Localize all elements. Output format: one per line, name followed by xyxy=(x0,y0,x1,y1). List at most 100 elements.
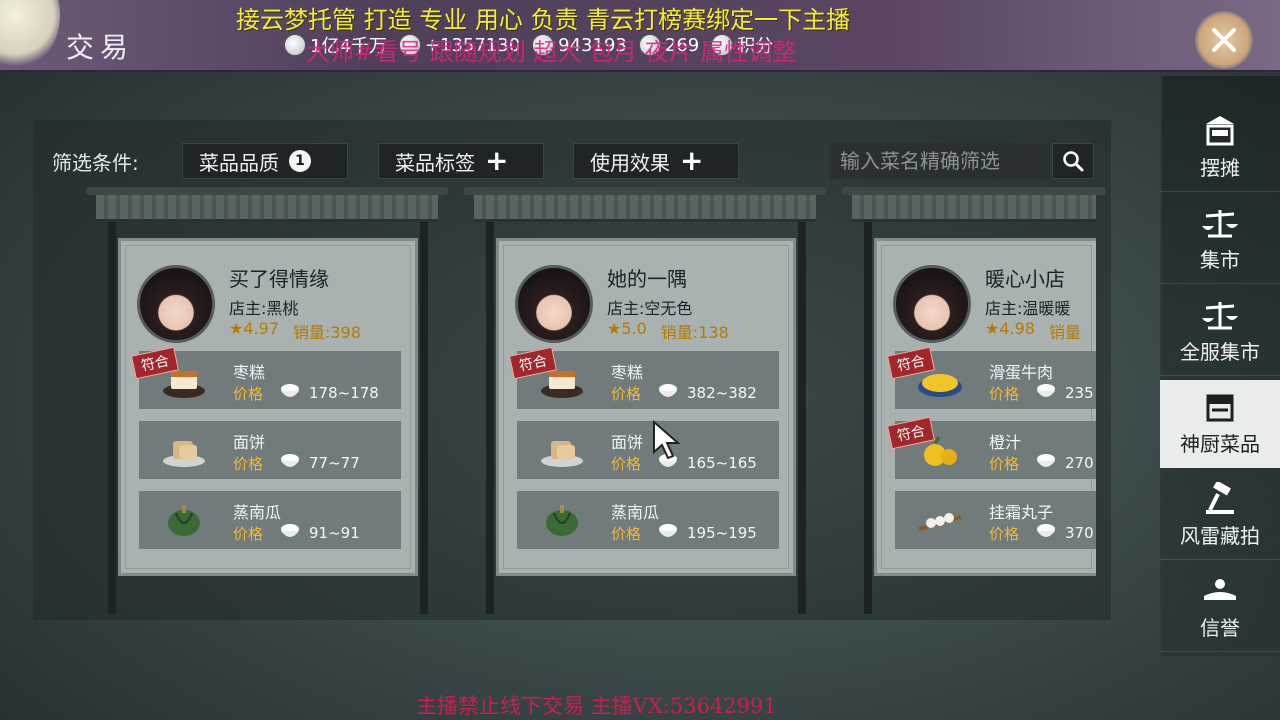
dish-price: 235 xyxy=(1065,384,1094,402)
stall-roof xyxy=(464,187,826,222)
star-icon: ★ xyxy=(985,319,1000,338)
stall-post xyxy=(420,222,428,614)
sidebar-item-label: 信誉 xyxy=(1200,616,1240,640)
sidebar-item-label: 全服集市 xyxy=(1180,340,1260,364)
dish-name: 蒸南瓜 xyxy=(233,503,282,522)
shop-sales: 销量:398 xyxy=(292,323,361,342)
meatball-icon xyxy=(918,513,962,531)
plus-icon: + xyxy=(485,144,509,177)
stream-overlay-second: 大师#看号 跟随规划 超大 包月 夜片 属性调整 xyxy=(306,38,797,66)
price-label: 价格 xyxy=(989,525,1020,543)
dish-item[interactable]: 符合 枣糕 价格 178~178 xyxy=(130,346,401,409)
dish-name: 挂霜丸子 xyxy=(989,503,1054,522)
shop-owner: 店主:空无色 xyxy=(607,299,693,318)
stall-post xyxy=(798,222,806,614)
stall-post xyxy=(108,222,116,614)
shop-card[interactable]: 买了得情缘 店主:黑桃 ★4.97 销量:398 符合 枣糕 价格 178~17… xyxy=(118,238,418,576)
scale-icon xyxy=(1202,210,1238,238)
dish-item[interactable]: 面饼 价格 77~77 xyxy=(139,421,401,479)
shop-name: 她的一隅 xyxy=(607,267,687,291)
shop-owner: 店主:黑桃 xyxy=(229,299,299,318)
shop-owner-avatar xyxy=(137,265,215,343)
sidebar-item-server-market[interactable]: 全服集市 xyxy=(1160,288,1280,376)
dish-price: 77~77 xyxy=(309,454,360,472)
shop-rating-row: ★4.97 销量:398 xyxy=(229,319,361,343)
dish-item[interactable]: 挂霜丸子 价格 370 xyxy=(895,491,1096,549)
shop-card[interactable]: 她的一隅 店主:空无色 ★5.0 销量:138 符合 枣糕 价格 382~382… xyxy=(496,238,796,576)
shop-owner-avatar xyxy=(893,265,971,343)
bowl-icon xyxy=(659,524,677,537)
dish-price: 382~382 xyxy=(687,384,757,402)
filter-quality-label: 菜品品质 xyxy=(199,150,279,175)
filter-tags-button[interactable]: 菜品标签 + xyxy=(378,143,544,179)
stall-post xyxy=(486,222,494,614)
dish-item[interactable]: 面饼 价格 165~165 xyxy=(517,421,779,479)
sidebar-item-reputation[interactable]: 信誉 xyxy=(1160,564,1280,652)
filter-effect-label: 使用效果 xyxy=(590,150,670,175)
sidebar-item-chef-dishes[interactable]: 神厨菜品 xyxy=(1160,380,1280,468)
sidebar-item-market[interactable]: 集市 xyxy=(1160,196,1280,284)
shop-sales: 销量:138 xyxy=(660,323,729,342)
filter-effect-button[interactable]: 使用效果 + xyxy=(573,143,739,179)
pumpkin-icon xyxy=(168,505,200,536)
dish-price: 270 xyxy=(1065,454,1094,472)
bowl-icon xyxy=(1037,524,1055,537)
close-button[interactable] xyxy=(1186,10,1262,70)
moon-decoration xyxy=(0,0,60,70)
price-label: 价格 xyxy=(233,385,264,403)
filter-label: 筛选条件: xyxy=(52,150,139,175)
sidebar-item-auction[interactable]: 风雷藏拍 xyxy=(1160,472,1280,560)
dish-search-input[interactable] xyxy=(830,143,1050,179)
shop-rating-row: ★5.0 销量:138 xyxy=(607,319,729,343)
dish-price: 195~195 xyxy=(687,524,757,542)
dish-price: 370 xyxy=(1065,524,1094,542)
stall-icon xyxy=(1206,116,1234,146)
bowl-icon xyxy=(281,454,299,467)
bowl-icon xyxy=(659,384,677,397)
shop-owner: 店主:温暖暖 xyxy=(985,299,1071,318)
dish-name: 枣糕 xyxy=(233,363,266,382)
gavel-icon xyxy=(1206,482,1234,514)
dish-name: 橙汁 xyxy=(989,433,1022,452)
sidebar-item-label: 风雷藏拍 xyxy=(1180,524,1260,548)
mouse-cursor-icon xyxy=(653,420,681,460)
stall-roof xyxy=(86,187,448,222)
shop-name: 买了得情缘 xyxy=(229,267,329,291)
search-icon xyxy=(1063,151,1084,172)
filter-tags-label: 菜品标签 xyxy=(395,150,475,175)
shop-rating: 5.0 xyxy=(621,319,647,338)
dish-item[interactable]: 符合 滑蛋牛肉 价格 235 xyxy=(886,346,1096,409)
bowl-icon xyxy=(1037,384,1055,397)
dish-name: 滑蛋牛肉 xyxy=(989,363,1054,382)
stall-post xyxy=(864,222,872,614)
dish-name: 蒸南瓜 xyxy=(611,503,660,522)
price-label: 价格 xyxy=(611,455,642,473)
shop-sales: 销量 xyxy=(1048,323,1081,342)
sidebar-item-label: 神厨菜品 xyxy=(1180,432,1260,456)
filter-count-badge: 1 xyxy=(289,150,311,172)
stall-roof xyxy=(842,187,1106,222)
flatbread-icon xyxy=(163,441,205,467)
dish-name: 面饼 xyxy=(611,433,644,452)
dish-item[interactable]: 符合 枣糕 价格 382~382 xyxy=(508,346,779,409)
price-label: 价格 xyxy=(989,455,1020,473)
kitchen-icon xyxy=(1206,394,1234,422)
page-title: 交易 xyxy=(66,31,135,64)
coin-icon xyxy=(284,34,306,56)
shop-owner-avatar xyxy=(515,265,593,343)
dish-item[interactable]: 蒸南瓜 价格 195~195 xyxy=(517,491,779,549)
price-label: 价格 xyxy=(989,385,1020,403)
pumpkin-icon xyxy=(546,505,578,536)
filter-quality-button[interactable]: 菜品品质 1 xyxy=(182,143,348,179)
stream-overlay-bottom: 主播禁止线下交易 主播VX:53642991 xyxy=(416,694,777,718)
dish-item[interactable]: 符合 橙汁 价格 270 xyxy=(886,416,1096,479)
price-label: 价格 xyxy=(233,525,264,543)
sidebar-item-stall[interactable]: 摆摊 xyxy=(1160,104,1280,192)
shop-card[interactable]: 暖心小店 店主:温暖暖 ★4.98 销量 符合 滑蛋牛肉 价格 235 符合 橙… xyxy=(874,238,1096,576)
dish-name: 枣糕 xyxy=(611,363,644,382)
shop-rating: 4.98 xyxy=(999,319,1035,338)
stream-overlay-top: 接云梦托管 打造 专业 用心 负责 青云打榜赛绑定一下主播 xyxy=(236,6,851,34)
dish-item[interactable]: 蒸南瓜 价格 91~91 xyxy=(139,491,401,549)
star-icon: ★ xyxy=(607,319,622,338)
search-button[interactable] xyxy=(1052,143,1094,179)
